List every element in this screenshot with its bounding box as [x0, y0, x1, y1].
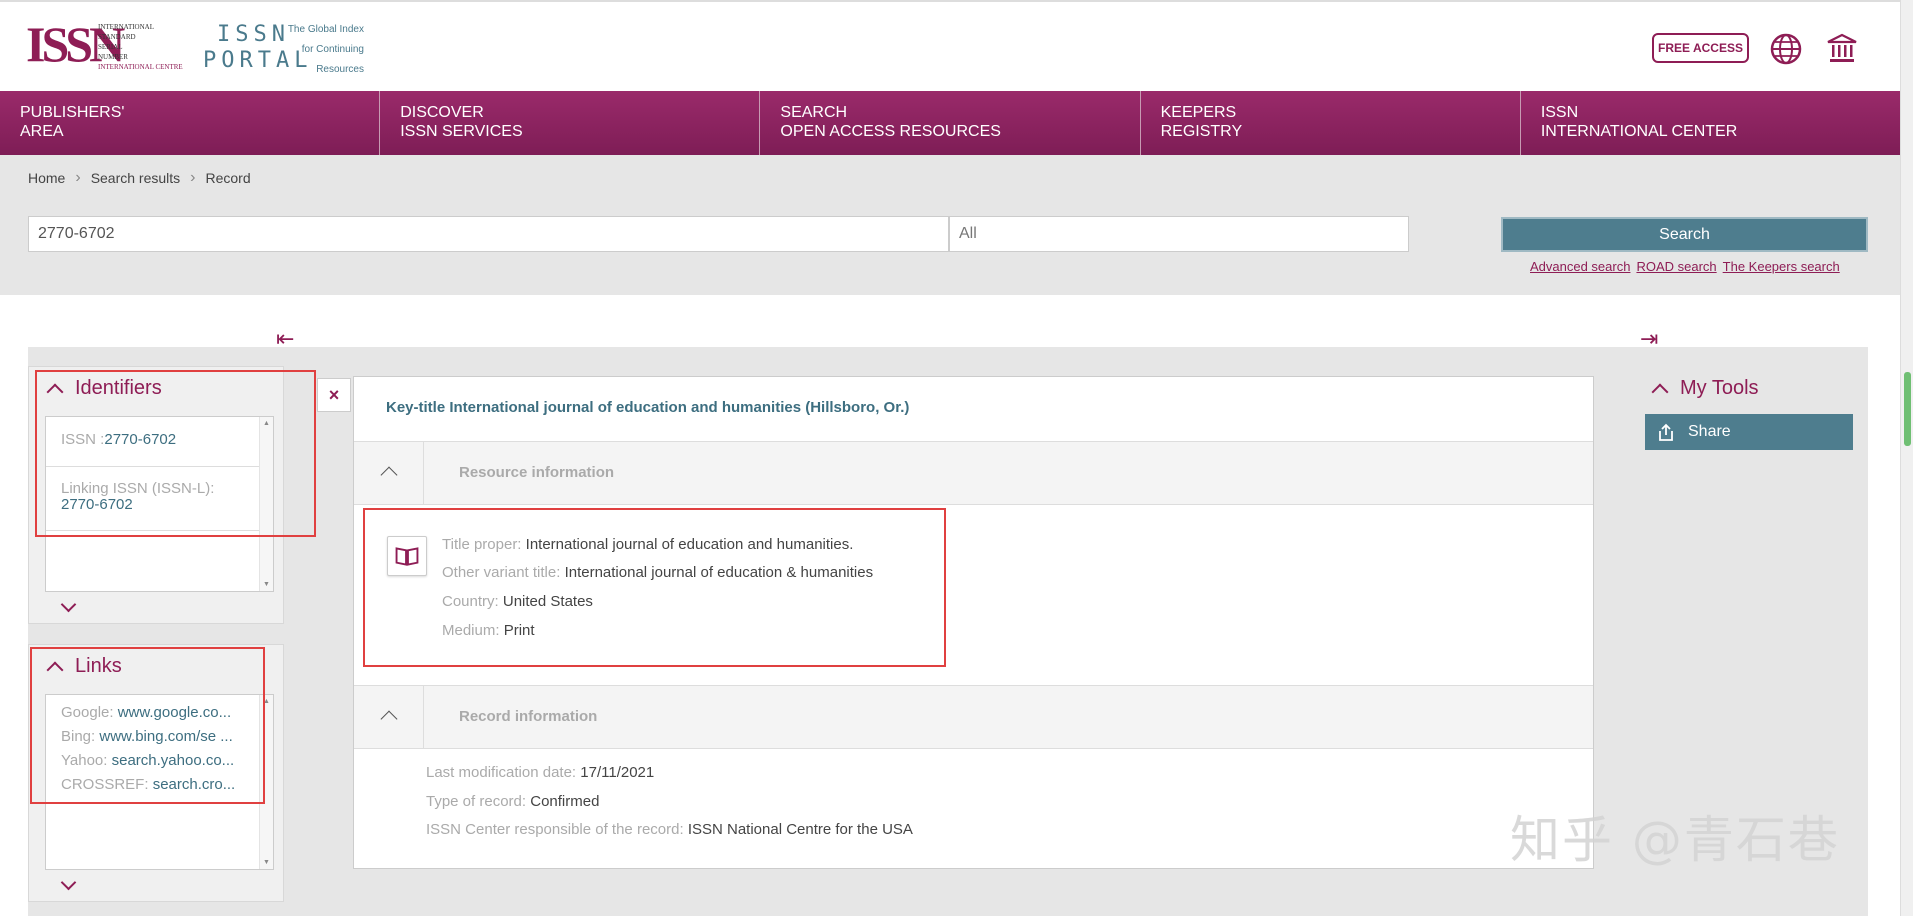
road-search-link[interactable]: ROAD search	[1636, 259, 1716, 274]
breadcrumb: Home › Search results › Record	[28, 169, 251, 187]
annotation-box	[30, 647, 265, 804]
chevron-right-icon: ›	[190, 169, 196, 186]
issn-logo[interactable]: ISSN	[26, 19, 125, 69]
breadcrumb-home[interactable]: Home	[28, 170, 65, 186]
annotation-box	[363, 508, 946, 667]
institution-icon[interactable]	[1825, 32, 1859, 66]
site-header: ISSN INTERNATIONAL STANDARD SERIAL NUMBE…	[0, 0, 1900, 91]
chevron-right-icon: ›	[75, 169, 81, 186]
page-scrollbar[interactable]	[1900, 0, 1913, 916]
chevron-up-icon	[1651, 383, 1669, 400]
breadcrumb-search-results[interactable]: Search results	[91, 170, 180, 186]
record-info-header[interactable]: Record information	[354, 685, 1593, 749]
issn-center: ISSN Center responsible of the record: I…	[426, 821, 913, 838]
breadcrumb-record: Record	[205, 170, 251, 186]
main-nav: PUBLISHERS' AREA DISCOVER ISSN SERVICES SE…	[0, 91, 1900, 155]
search-links: Advanced search ROAD search The Keepers …	[1530, 259, 1840, 274]
nav-keepers-registry[interactable]: KEEPERS REGISTRY	[1141, 91, 1521, 155]
free-access-button[interactable]: FREE ACCESS	[1652, 33, 1749, 63]
issn-logo-caption: INTERNATIONAL STANDARD SERIAL NUMBER INT…	[98, 23, 183, 71]
chevron-down-icon[interactable]	[60, 596, 77, 613]
my-tools-header[interactable]: My Tools	[1651, 377, 1759, 400]
portal-tagline: The Global Index for Continuing Resource…	[287, 24, 364, 75]
search-input[interactable]: 2770-6702	[28, 216, 949, 252]
close-panel-button[interactable]: ×	[317, 378, 351, 412]
chevron-up-icon[interactable]	[354, 686, 424, 748]
chevron-up-icon[interactable]	[354, 442, 424, 504]
share-icon	[1659, 423, 1673, 441]
nav-discover-services[interactable]: DISCOVER ISSN SERVICES	[380, 91, 761, 155]
type-of-record: Type of record: Confirmed	[426, 793, 600, 810]
watermark: 知乎 @青石巷	[1510, 811, 1840, 869]
nav-search-open-access[interactable]: SEARCH OPEN ACCESS RESOURCES	[760, 91, 1141, 155]
nav-international-center[interactable]: ISSN INTERNATIONAL CENTER	[1521, 91, 1900, 155]
resource-info-header[interactable]: Resource information	[354, 441, 1593, 505]
scrollbar-thumb[interactable]	[1904, 372, 1911, 446]
chevron-down-icon[interactable]	[60, 874, 77, 891]
keepers-search-link[interactable]: The Keepers search	[1723, 259, 1840, 274]
search-band: Home › Search results › Record 2770-6702…	[0, 155, 1900, 295]
share-button[interactable]: Share	[1645, 414, 1853, 450]
advanced-search-link[interactable]: Advanced search	[1530, 259, 1630, 274]
key-title: Key-title International journal of educa…	[386, 399, 910, 416]
search-scope-select[interactable]: All	[949, 216, 1409, 252]
globe-icon[interactable]	[1769, 32, 1803, 66]
last-modification-date: Last modification date: 17/11/2021	[426, 764, 655, 781]
nav-publishers-area[interactable]: PUBLISHERS' AREA	[0, 91, 381, 155]
search-button[interactable]: Search	[1501, 217, 1868, 252]
annotation-box	[35, 370, 316, 537]
